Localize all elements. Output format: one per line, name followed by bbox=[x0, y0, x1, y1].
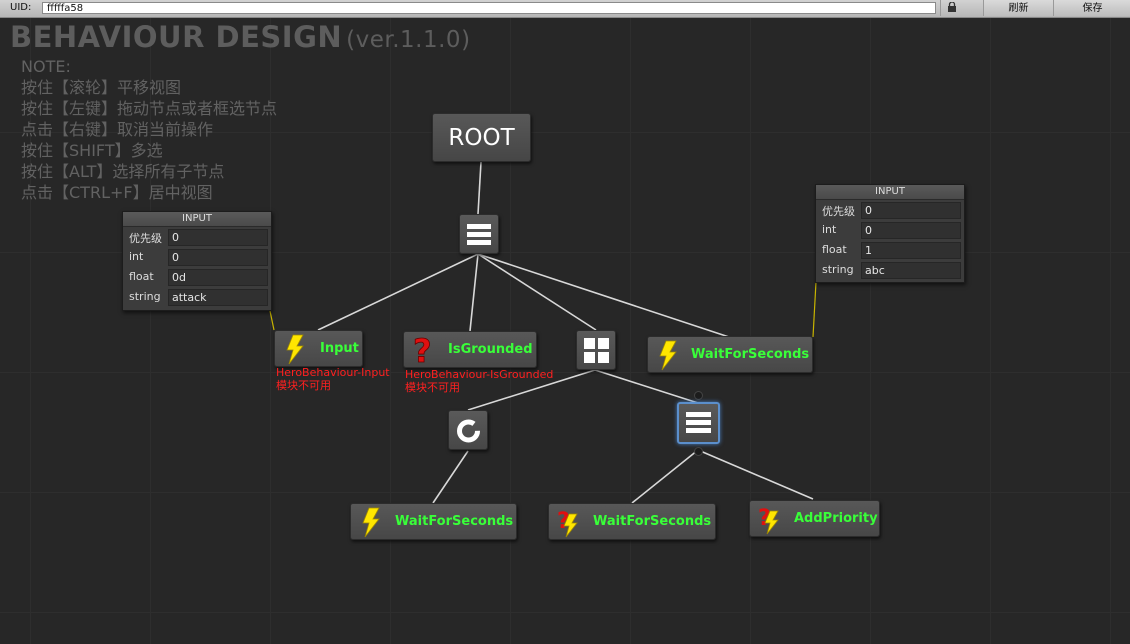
lightning-icon bbox=[286, 334, 304, 365]
list-icon bbox=[686, 412, 711, 433]
data-link bbox=[812, 281, 817, 338]
panel-row: string attack bbox=[123, 287, 271, 307]
panel-row: float 0d bbox=[123, 267, 271, 287]
edge bbox=[317, 253, 479, 331]
param-value-field[interactable]: abc bbox=[861, 262, 961, 279]
param-key: int bbox=[822, 223, 837, 236]
node-label: WaitForSeconds bbox=[691, 347, 810, 362]
param-value-field[interactable]: 0 bbox=[861, 202, 961, 219]
loop-node[interactable] bbox=[448, 410, 488, 450]
wait-node[interactable]: WaitForSeconds bbox=[350, 503, 517, 540]
grid-icon bbox=[584, 338, 609, 363]
param-value-field[interactable]: 1 bbox=[861, 242, 961, 259]
wait-node[interactable]: ? WaitForSeconds bbox=[548, 503, 716, 540]
loop-icon bbox=[457, 419, 480, 443]
param-key: float bbox=[129, 270, 154, 283]
param-key: 优先级 bbox=[822, 205, 855, 218]
edge bbox=[477, 253, 597, 331]
addpriority-node[interactable]: ? AddPriority bbox=[749, 500, 880, 537]
param-key: string bbox=[822, 263, 854, 276]
data-link bbox=[269, 310, 275, 331]
node-label: AddPriority bbox=[794, 511, 878, 526]
error-text: HeroBehaviour-Input bbox=[276, 366, 390, 379]
connector-dot[interactable] bbox=[694, 447, 703, 456]
lightning-icon bbox=[659, 340, 677, 371]
edge bbox=[469, 253, 479, 332]
param-key: 优先级 bbox=[129, 232, 162, 245]
question-lightning-icon: ? bbox=[557, 509, 578, 538]
panel-row: int 0 bbox=[816, 220, 964, 240]
connector-dot[interactable] bbox=[694, 391, 703, 400]
error-text: HeroBehaviour-IsGrounded bbox=[405, 368, 554, 381]
panel-row: 优先级 0 bbox=[816, 200, 964, 220]
param-value-field[interactable]: 0 bbox=[861, 222, 961, 239]
wait-node[interactable]: WaitForSeconds bbox=[647, 336, 813, 373]
param-value-field[interactable]: 0d bbox=[168, 269, 268, 286]
isgrounded-node[interactable]: ? IsGrounded bbox=[403, 331, 537, 368]
panel-row: int 0 bbox=[123, 247, 271, 267]
node-label: WaitForSeconds bbox=[593, 514, 712, 529]
node-label: WaitForSeconds bbox=[395, 514, 514, 529]
sequence-node[interactable] bbox=[459, 214, 499, 254]
question-lightning-icon: ? bbox=[758, 506, 779, 535]
question-icon: ? bbox=[413, 334, 432, 366]
edge bbox=[477, 253, 730, 338]
param-value-field[interactable]: attack bbox=[168, 289, 268, 306]
input-node[interactable]: Input bbox=[274, 330, 363, 367]
param-key: float bbox=[822, 243, 847, 256]
panel-title: INPUT bbox=[816, 185, 964, 200]
edge bbox=[477, 161, 482, 215]
selected-sequence-node[interactable] bbox=[677, 402, 720, 444]
param-value-field[interactable]: 0 bbox=[168, 229, 268, 246]
input-panel-left: INPUT 优先级 0 int 0 float 0d string attack bbox=[122, 211, 272, 311]
param-value-field[interactable]: 0 bbox=[168, 249, 268, 266]
edge bbox=[697, 449, 814, 500]
param-key: int bbox=[129, 250, 144, 263]
edge-layer bbox=[269, 161, 817, 504]
root-node[interactable]: ROOT bbox=[432, 113, 531, 162]
svg-text:?: ? bbox=[413, 334, 432, 366]
parallel-node[interactable] bbox=[576, 330, 616, 370]
error-text: 模块不可用 bbox=[405, 381, 460, 394]
error-text: 模块不可用 bbox=[276, 379, 331, 392]
lightning-icon bbox=[362, 507, 380, 538]
list-icon bbox=[467, 224, 491, 245]
edge bbox=[631, 449, 699, 504]
edge bbox=[594, 369, 699, 404]
panel-row: float 1 bbox=[816, 240, 964, 260]
node-label: IsGrounded bbox=[448, 342, 533, 357]
edge bbox=[432, 450, 469, 504]
param-key: string bbox=[129, 290, 161, 303]
node-label: Input bbox=[320, 341, 359, 356]
input-panel-right: INPUT 优先级 0 int 0 float 1 string abc bbox=[815, 184, 965, 283]
panel-title: INPUT bbox=[123, 212, 271, 227]
panel-row: 优先级 0 bbox=[123, 227, 271, 247]
panel-row: string abc bbox=[816, 260, 964, 280]
